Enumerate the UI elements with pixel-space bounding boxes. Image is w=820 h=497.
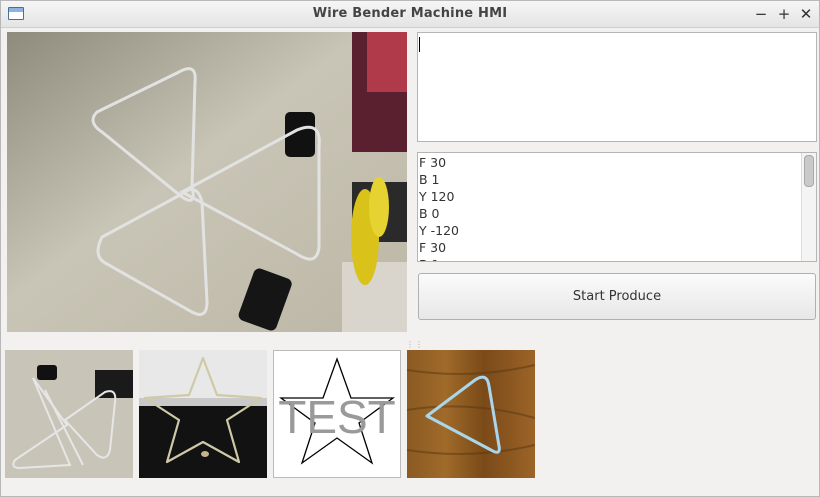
thumbnail-star-drawing[interactable]: TEST xyxy=(273,350,401,478)
splitter-handle[interactable]: ⋮⋮ xyxy=(406,340,424,349)
thumbnail-wire-star[interactable] xyxy=(139,350,267,478)
gcode-line[interactable]: B 1 xyxy=(419,256,459,261)
gcode-list-panel[interactable]: F 30 B 1 Y 120 B 0 Y -120 F 30 B 1 xyxy=(417,152,817,262)
gcode-line[interactable]: B 0 xyxy=(419,205,459,222)
app-window: Wire Bender Machine HMI − + ✕ F 30 B 1 Y… xyxy=(0,0,820,497)
start-produce-button[interactable]: Start Produce xyxy=(418,273,816,320)
window-title: Wire Bender Machine HMI xyxy=(312,6,508,21)
thumbnail-wire-triangles[interactable] xyxy=(5,350,133,478)
gcode-line[interactable]: B 1 xyxy=(419,171,459,188)
gcode-line[interactable]: Y 120 xyxy=(419,188,459,205)
gcode-list: F 30 B 1 Y 120 B 0 Y -120 F 30 B 1 xyxy=(419,154,459,261)
scrollbar-thumb[interactable] xyxy=(804,155,814,187)
maximize-button[interactable]: + xyxy=(774,4,794,24)
minimize-button[interactable]: − xyxy=(751,4,771,24)
text-caret xyxy=(419,37,420,52)
preview-image xyxy=(7,32,407,332)
close-button[interactable]: ✕ xyxy=(796,4,816,24)
vertical-scrollbar[interactable] xyxy=(801,153,816,261)
thumbnail-wire-triangle[interactable] xyxy=(407,350,535,478)
gcode-line[interactable]: F 30 xyxy=(419,154,459,171)
gcode-line[interactable]: Y -120 xyxy=(419,222,459,239)
title-bar[interactable]: Wire Bender Machine HMI − + ✕ xyxy=(1,1,819,28)
program-text-area[interactable] xyxy=(417,32,817,142)
gcode-line[interactable]: F 30 xyxy=(419,239,459,256)
